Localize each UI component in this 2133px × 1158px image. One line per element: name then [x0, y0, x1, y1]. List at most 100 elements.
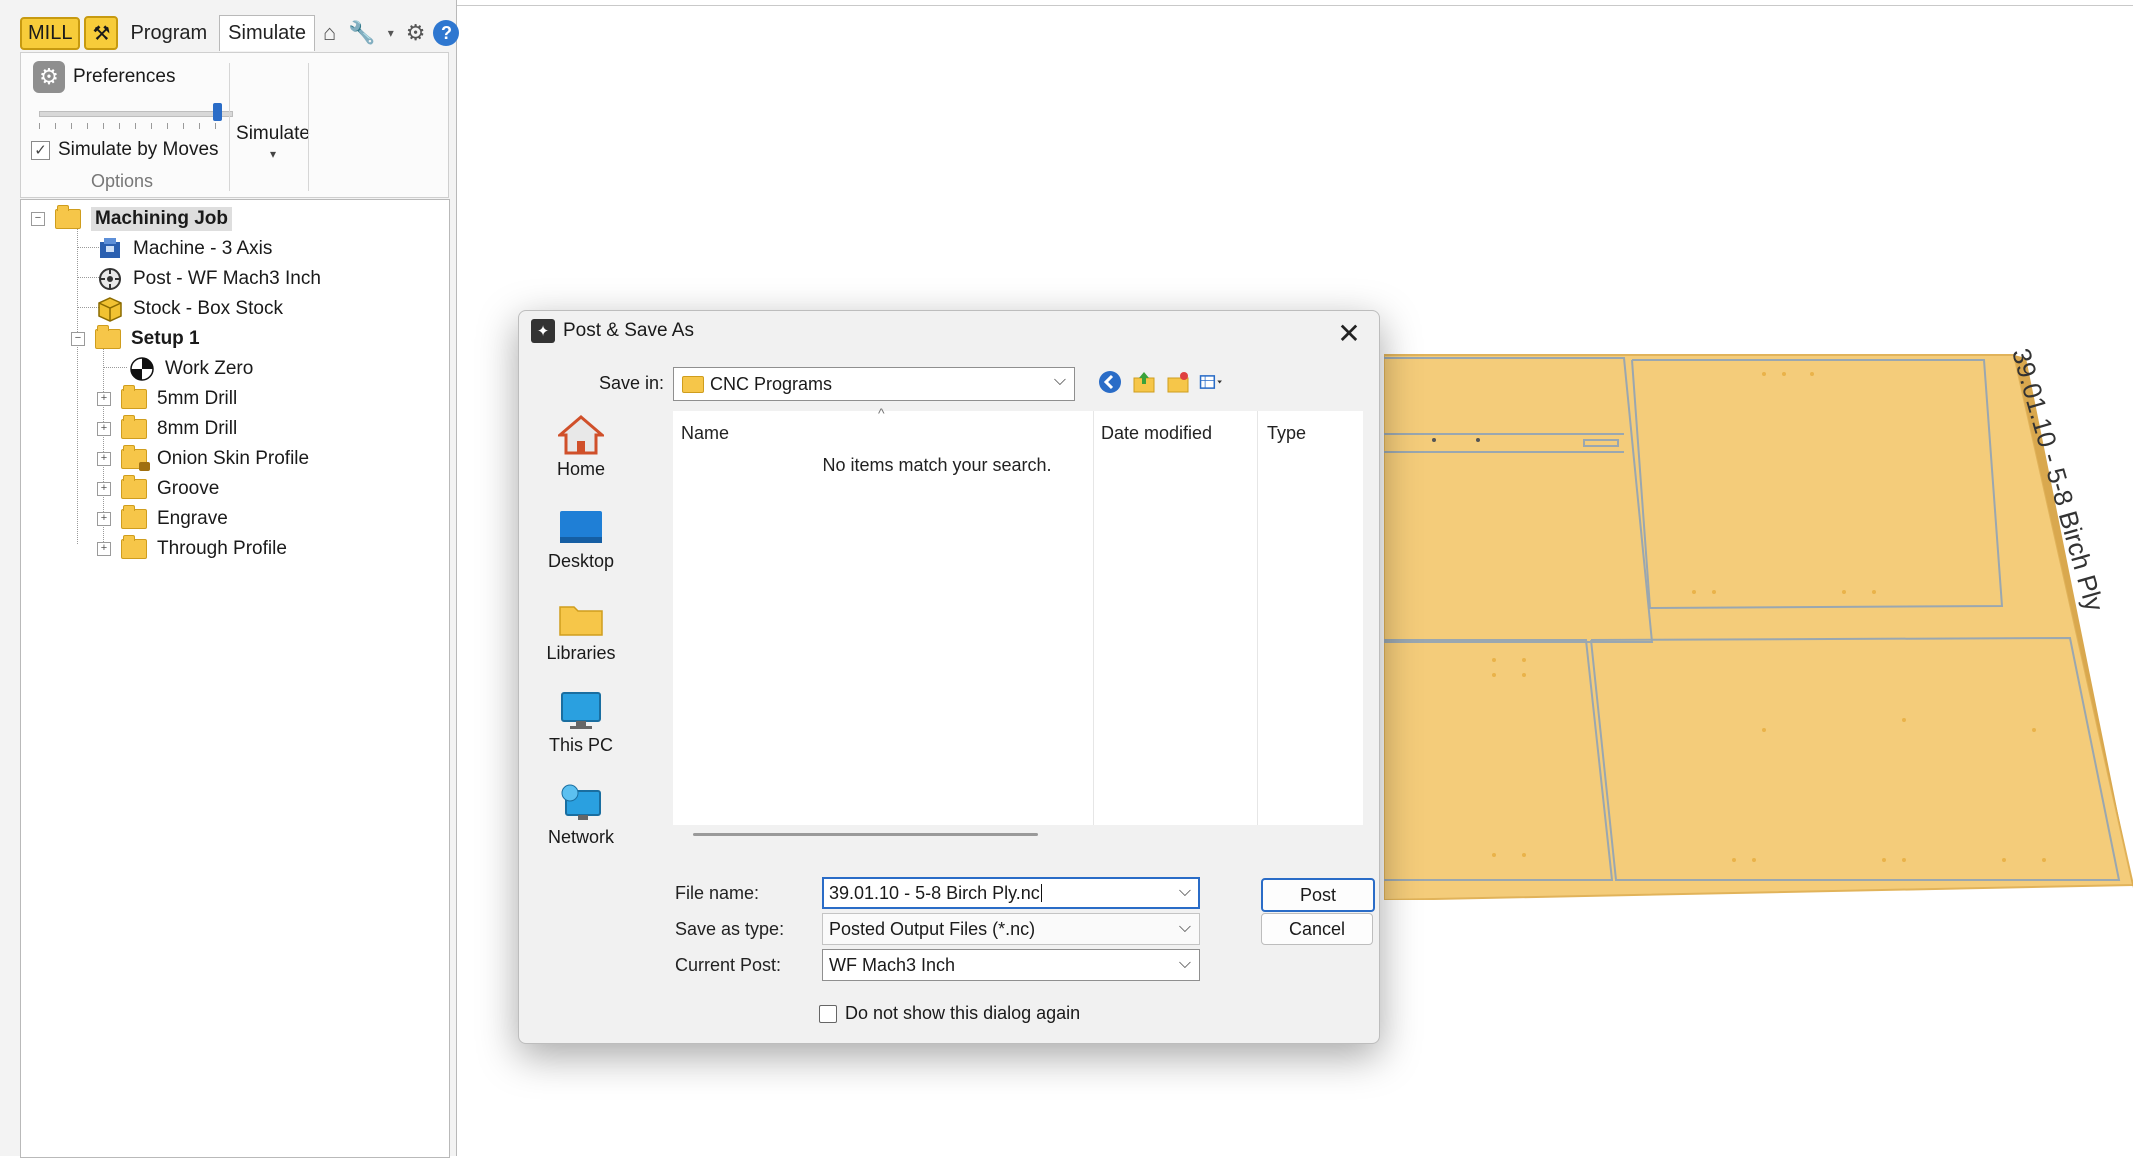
tree-guide — [103, 367, 127, 368]
folder-icon — [121, 475, 147, 502]
wrench-icon[interactable]: 🔧 — [344, 20, 379, 46]
place-this-pc[interactable]: This PC — [527, 691, 635, 756]
sheet-face — [1384, 354, 2133, 900]
place-desktop[interactable]: Desktop — [527, 507, 635, 572]
horizontal-scrollbar[interactable] — [693, 833, 1038, 836]
post-button[interactable]: Post — [1261, 878, 1375, 912]
simulate-by-moves-label: Simulate by Moves — [58, 139, 219, 160]
tree-item-5mm-drill[interactable]: + 5mm Drill — [97, 384, 237, 414]
tree-item-onion-skin-profile[interactable]: + Onion Skin Profile — [97, 444, 309, 474]
folder-icon — [121, 505, 147, 532]
tree-item-machining-job[interactable]: − Machining Job — [31, 204, 232, 234]
stock-box-icon — [97, 296, 123, 322]
tree-item-through-profile[interactable]: + Through Profile — [97, 534, 287, 564]
simulate-by-moves-checkbox[interactable]: ✓ Simulate by Moves — [31, 139, 219, 161]
tree-guide — [77, 224, 78, 544]
toolpath-viewport[interactable] — [1384, 340, 2133, 900]
chevron-down-icon[interactable]: ⌵ — [1179, 883, 1191, 901]
tree-item-post[interactable]: Post - WF Mach3 Inch — [97, 264, 321, 294]
expand-icon[interactable]: + — [97, 542, 111, 556]
ribbon-divider — [229, 63, 230, 191]
job-tree: − Machining Job Machine - 3 Axis Post - … — [20, 199, 450, 1158]
place-network[interactable]: Network — [527, 783, 635, 848]
simulation-speed-slider[interactable] — [39, 103, 233, 129]
view-menu-icon[interactable] — [1199, 369, 1225, 395]
dialog-title-bar: ✦ Post & Save As — [531, 319, 694, 343]
save-as-type-dropdown[interactable]: Posted Output Files (*.nc) ⌵ — [822, 913, 1200, 945]
tree-guide — [77, 307, 99, 308]
tab-program[interactable]: Program — [122, 16, 215, 51]
file-name-input[interactable]: 39.01.10 - 5-8 Birch Ply.nc ⌵ — [822, 877, 1200, 909]
preferences-button[interactable]: ⚙ Preferences — [33, 61, 175, 93]
current-post-dropdown[interactable]: WF Mach3 Inch ⌵ — [822, 949, 1200, 981]
folder-icon — [682, 375, 704, 393]
column-header-name[interactable]: Name — [681, 423, 729, 444]
close-icon[interactable]: ✕ — [1329, 313, 1369, 353]
dropdown-arrow-icon[interactable]: ▾ — [384, 26, 398, 40]
collapse-icon[interactable]: − — [31, 212, 45, 226]
dont-show-again-checkbox[interactable]: Do not show this dialog again — [819, 1003, 1080, 1024]
checkbox-unchecked-icon[interactable] — [819, 1004, 837, 1023]
checkbox-checked-icon[interactable]: ✓ — [31, 140, 50, 160]
tree-item-8mm-drill[interactable]: + 8mm Drill — [97, 414, 237, 444]
folder-icon — [121, 415, 147, 442]
chevron-down-icon: ⌵ — [1178, 955, 1191, 972]
expand-icon[interactable]: + — [97, 452, 111, 466]
expand-icon[interactable]: + — [97, 392, 111, 406]
tree-item-stock[interactable]: Stock - Box Stock — [97, 294, 283, 324]
tree-item-label: Stock - Box Stock — [133, 298, 283, 319]
tree-item-label: Work Zero — [165, 358, 254, 379]
tree-item-engrave[interactable]: + Engrave — [97, 504, 228, 534]
tree-item-label: Post - WF Mach3 Inch — [133, 268, 321, 289]
current-post-label: Current Post: — [675, 955, 782, 975]
dont-show-again-label: Do not show this dialog again — [845, 1003, 1081, 1023]
tab-simulate[interactable]: Simulate — [219, 15, 315, 51]
slider-thumb[interactable] — [212, 103, 222, 121]
simulate-label: Simulate — [236, 123, 310, 144]
tree-guide — [77, 247, 99, 248]
gear-icon[interactable]: ⚙ — [402, 20, 430, 46]
tree-item-groove[interactable]: + Groove — [97, 474, 219, 504]
expand-icon[interactable]: + — [97, 512, 111, 526]
toolpath-icon[interactable]: ⚒ — [84, 16, 119, 50]
simulate-button[interactable]: Simulate ▾ — [233, 123, 313, 161]
place-home[interactable]: Home — [527, 415, 635, 480]
place-label: Home — [556, 459, 605, 479]
tree-item-setup[interactable]: − Setup 1 — [71, 324, 200, 354]
expand-icon[interactable]: + — [97, 422, 111, 436]
slider-ticks — [39, 123, 231, 129]
tree-item-label: Groove — [157, 478, 220, 499]
post-save-as-dialog: ✦ Post & Save As ✕ Save in: CNC Programs… — [518, 310, 1380, 1044]
preferences-icon: ⚙ — [33, 61, 65, 93]
tree-item-label: Engrave — [157, 508, 228, 529]
mill-badge[interactable]: MILL — [20, 16, 81, 50]
job-folder-icon — [55, 205, 81, 232]
back-icon[interactable] — [1097, 369, 1123, 395]
up-folder-icon[interactable] — [1131, 369, 1157, 395]
place-libraries[interactable]: Libraries — [527, 599, 635, 664]
dialog-title: Post & Save As — [563, 320, 694, 341]
column-header-type[interactable]: Type — [1267, 423, 1306, 444]
setup-icon — [95, 325, 121, 352]
nav-toolbar — [1097, 369, 1225, 395]
save-in-label: Save in: — [599, 373, 665, 393]
ribbon-divider — [308, 63, 309, 191]
places-bar: Home Desktop Libraries This PC Network — [527, 415, 635, 885]
machine-icon — [97, 236, 123, 262]
tree-item-label: Setup 1 — [131, 328, 200, 349]
column-header-date-modified[interactable]: Date modified — [1101, 423, 1212, 444]
empty-message: No items match your search. — [822, 455, 1052, 475]
work-zero-icon — [129, 356, 155, 382]
tree-item-machine[interactable]: Machine - 3 Axis — [97, 234, 272, 264]
expand-icon[interactable]: + — [97, 482, 111, 496]
cancel-button[interactable]: Cancel — [1261, 913, 1373, 945]
new-folder-icon[interactable] — [1165, 369, 1191, 395]
locked-folder-icon — [121, 445, 150, 472]
collapse-icon[interactable]: − — [71, 332, 85, 346]
home-icon[interactable]: ⌂ — [319, 20, 340, 46]
tree-item-work-zero[interactable]: Work Zero — [129, 354, 253, 384]
save-in-dropdown[interactable]: CNC Programs ⌵ — [673, 367, 1075, 401]
file-list[interactable]: ^ Name Date modified Type No items match… — [673, 405, 1363, 836]
save-as-type-label: Save as type: — [675, 919, 785, 939]
help-icon[interactable]: ? — [433, 20, 460, 46]
